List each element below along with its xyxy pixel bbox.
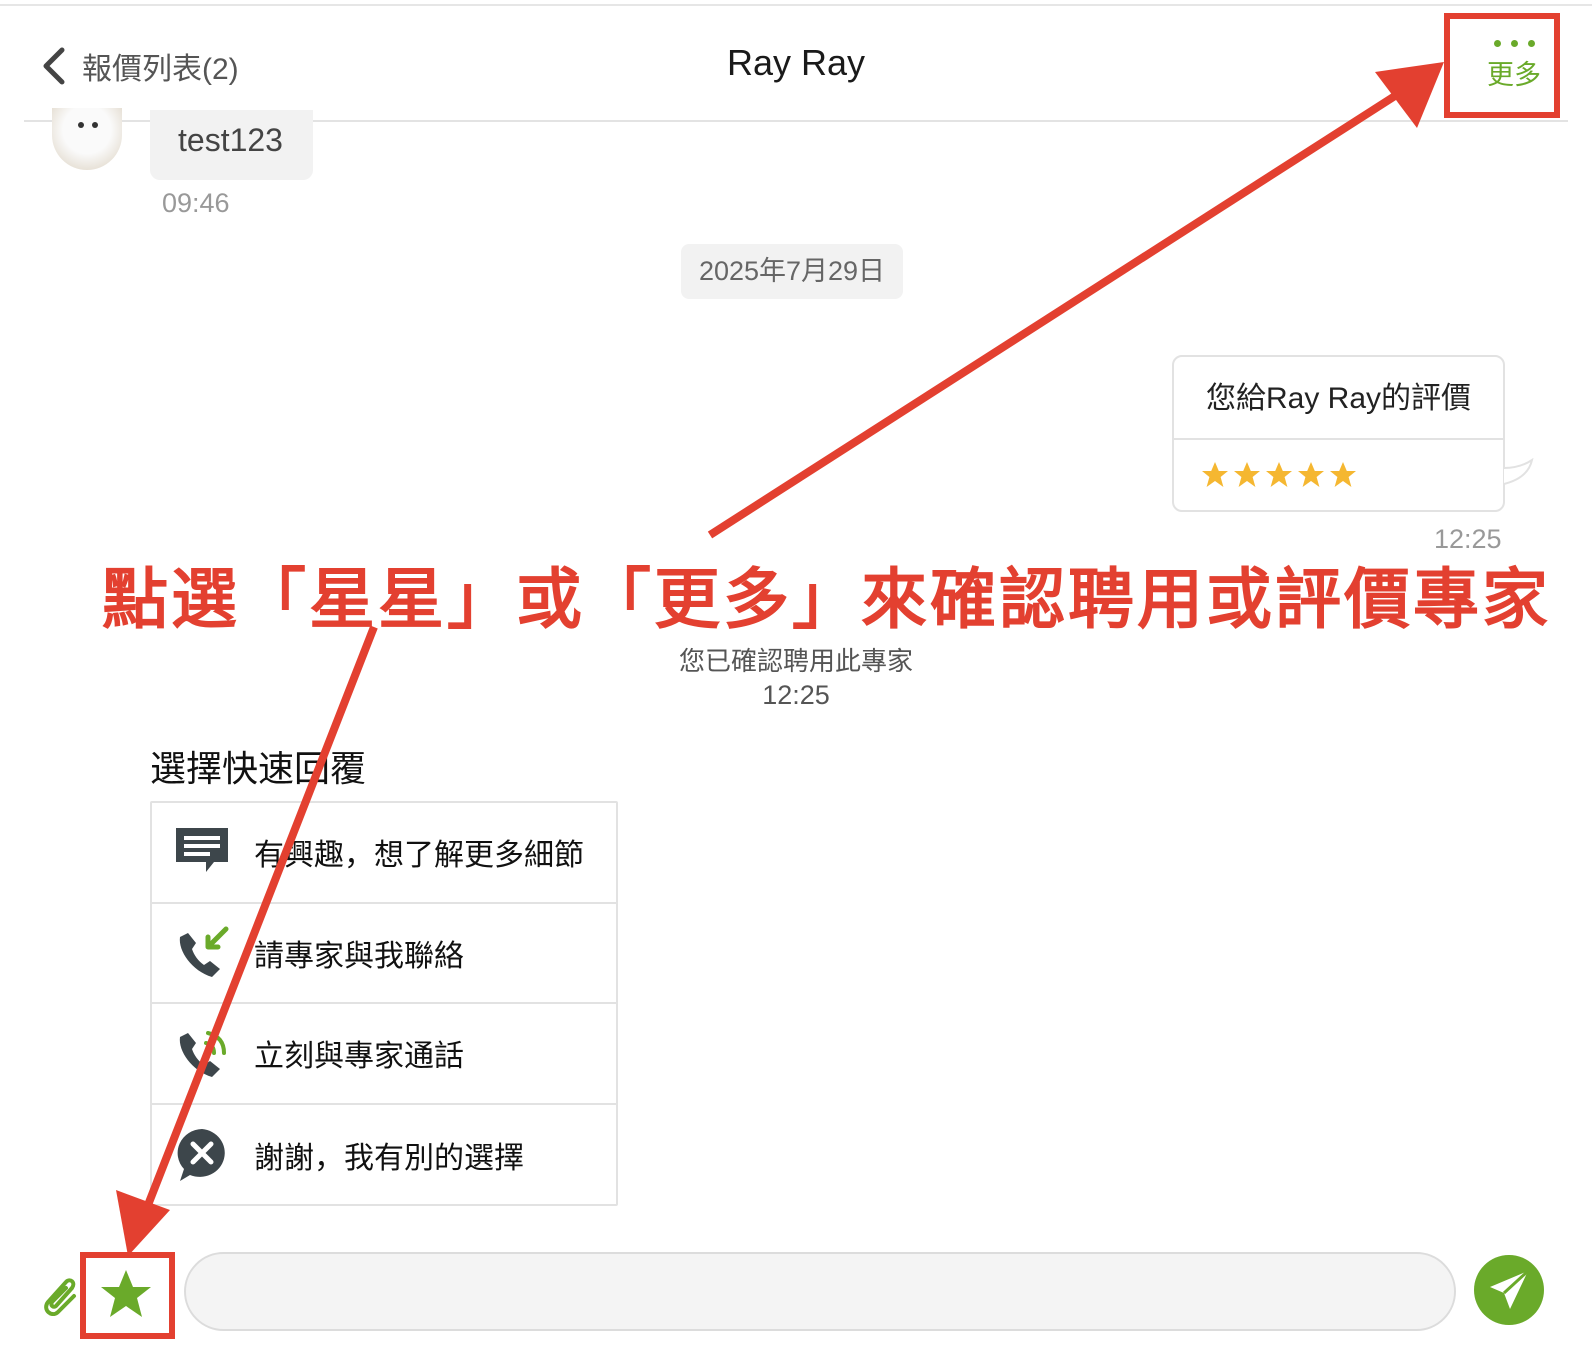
quick-reply-list: 有興趣，想了解更多細節 請專家與我聯絡 立刻與專家通話 謝謝，我有別的選擇 — [150, 801, 618, 1206]
chat-header: 報價列表(2) Ray Ray 更多 — [24, 8, 1568, 122]
quick-reply-item-contact-me[interactable]: 請專家與我聯絡 — [152, 904, 616, 1004]
incoming-message-bubble: test123 — [150, 110, 313, 180]
system-message-time: 12:25 — [762, 680, 830, 710]
star-icon — [1266, 462, 1292, 487]
rating-stars — [1174, 440, 1503, 490]
star-icon — [1330, 462, 1356, 487]
star-icon — [1298, 462, 1324, 487]
avatar[interactable] — [52, 108, 122, 170]
star-icon — [1234, 462, 1260, 487]
paperclip-icon[interactable] — [36, 1270, 82, 1316]
incoming-message-time: 09:46 — [162, 188, 230, 218]
star-rating-button[interactable] — [98, 1267, 154, 1323]
paper-plane-icon — [1490, 1269, 1530, 1309]
star-icon — [1202, 462, 1228, 487]
quick-reply-item-decline[interactable]: 謝謝，我有別的選擇 — [152, 1105, 616, 1206]
rating-card-title: 您給Ray Ray的評價 — [1174, 357, 1503, 440]
annotation-text: 點選「星星」或「更多」來確認聘用或評價專家 — [102, 562, 1551, 636]
quick-reply-label: 謝謝，我有別的選擇 — [254, 1141, 524, 1175]
send-button[interactable] — [1474, 1255, 1544, 1325]
top-divider — [0, 4, 1592, 6]
quick-reply-item-call-now[interactable]: 立刻與專家通話 — [152, 1004, 616, 1105]
highlight-box-more — [1444, 13, 1560, 118]
phone-calling-icon — [179, 1031, 226, 1078]
phone-incoming-icon — [179, 926, 229, 977]
bubble-tail — [1503, 458, 1534, 485]
quick-reply-label: 立刻與專家通話 — [254, 1040, 464, 1074]
quick-reply-label: 有興趣，想了解更多細節 — [254, 839, 584, 873]
system-message: 您已確認聘用此專家 — [678, 646, 913, 676]
message-input[interactable] — [184, 1252, 1456, 1331]
page-title: Ray Ray — [726, 42, 866, 83]
rating-card[interactable]: 您給Ray Ray的評價 — [1172, 355, 1505, 512]
date-separator: 2025年7月29日 — [681, 244, 903, 299]
quick-reply-label: 請專家與我聯絡 — [254, 939, 464, 973]
quick-reply-item-interested[interactable]: 有興趣，想了解更多細節 — [152, 803, 616, 904]
close-chat-icon — [177, 1128, 225, 1181]
quick-reply-title: 選擇快速回覆 — [150, 748, 367, 789]
chat-lines-icon — [176, 828, 228, 873]
